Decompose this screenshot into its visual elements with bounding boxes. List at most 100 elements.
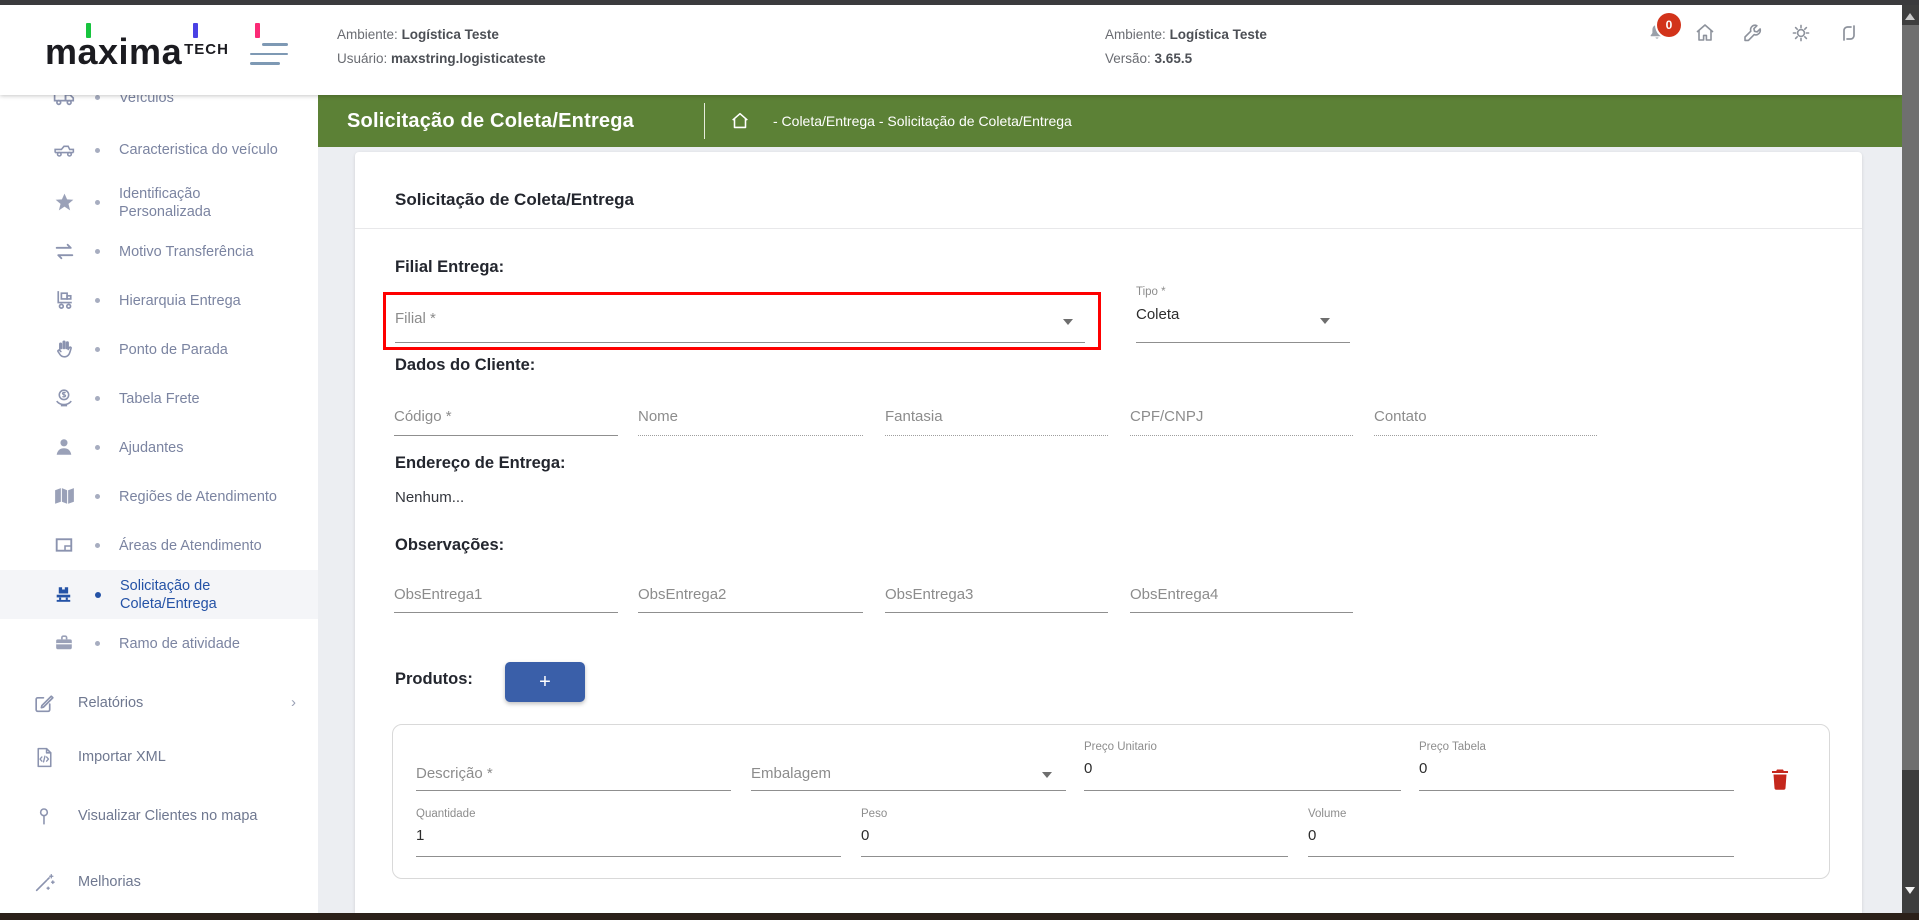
volume-value: 0 (1308, 827, 1734, 844)
sidebar-item-ajudantes[interactable]: Ajudantes (0, 423, 318, 472)
breadcrumb-home-icon[interactable] (729, 110, 751, 132)
header-icons: 0 (1645, 13, 1885, 53)
sidebar-item-label: Veículos (119, 95, 291, 107)
bullet-dot (95, 249, 100, 254)
sidebar-item-ponto-de-parada[interactable]: Ponto de Parada (0, 325, 318, 374)
map-pin-icon (30, 802, 58, 830)
area-icon (50, 532, 78, 560)
volume-label: Volume (1308, 808, 1734, 820)
field-underline (1136, 342, 1350, 343)
bullet-dot (95, 494, 100, 499)
field-underline (638, 435, 863, 436)
sidebar-item-veiculos[interactable]: Veículos (0, 95, 318, 122)
sidebar-item-motivo-transferencia[interactable]: Motivo Transferência (0, 227, 318, 276)
field-underline (751, 790, 1066, 791)
preco-tabela-label: Preço Tabela (1419, 741, 1734, 753)
section-observacoes: Observações: (395, 536, 504, 555)
field-underline (1419, 790, 1734, 791)
sidebar-item-importar-xml[interactable]: Importar XML (0, 730, 318, 784)
map-icon (50, 483, 78, 511)
embalagem-select[interactable]: Embalagem (751, 765, 1066, 791)
home-icon[interactable] (1693, 21, 1717, 45)
preco-tabela-input[interactable]: Preço Tabela 0 (1419, 741, 1734, 791)
report-edit-icon (30, 689, 58, 717)
logo-tech-text: TECH (184, 41, 229, 58)
versao-value: 3.65.5 (1155, 51, 1193, 66)
fantasia-input: Fantasia (885, 408, 1108, 436)
preco-unitario-input[interactable]: Preço Unitario 0 (1084, 741, 1401, 791)
obs-entrega4-input[interactable]: ObsEntrega4 (1130, 586, 1353, 613)
gear-icon[interactable] (1789, 21, 1813, 45)
section-filial-entrega: Filial Entrega: (395, 258, 504, 277)
sidebar-item-areas-de-atendimento[interactable]: Áreas de Atendimento (0, 521, 318, 570)
quantidade-label: Quantidade (416, 808, 841, 820)
tipo-select[interactable]: Tipo * Coleta (1136, 286, 1350, 343)
shekel-icon[interactable] (1837, 21, 1861, 45)
sidebar-item-hierarquia-entrega[interactable]: Hierarquia Entrega (0, 276, 318, 325)
environment-info-left: Ambiente: Logística Teste Usuário: maxst… (337, 25, 546, 73)
notifications-bell-icon[interactable]: 0 (1645, 21, 1669, 45)
nome-placeholder: Nome (638, 408, 863, 425)
codigo-placeholder: Código * (394, 408, 618, 425)
star-icon (50, 189, 78, 217)
field-underline (885, 612, 1108, 613)
add-product-button[interactable]: + (505, 662, 585, 702)
delete-product-trash-icon[interactable] (1769, 767, 1795, 793)
sidebar-item-tabela-frete[interactable]: Tabela Frete (0, 374, 318, 423)
notification-count-badge: 0 (1657, 13, 1681, 37)
bullet-dot (95, 148, 100, 153)
menu-toggle-icon[interactable] (250, 43, 288, 65)
quantidade-input[interactable]: Quantidade 1 (416, 808, 841, 857)
field-underline (416, 856, 841, 857)
peso-input[interactable]: Peso 0 (861, 808, 1288, 857)
page-title: Solicitação de Coleta/Entrega (347, 110, 634, 133)
sidebar-item-identificacao-personalizada[interactable]: Identificação Personalizada (0, 178, 318, 227)
content-area: Solicitação de Coleta/Entrega Filial Ent… (318, 147, 1902, 913)
scroll-up-arrow-icon[interactable] (1905, 13, 1915, 20)
field-underline (1130, 612, 1353, 613)
field-underline (394, 612, 618, 613)
wrench-icon[interactable] (1741, 21, 1765, 45)
field-underline (1374, 435, 1597, 436)
sidebar-item-visualizar-clientes-mapa[interactable]: Visualizar Clientes no mapa (0, 784, 318, 848)
codigo-input[interactable]: Código * (394, 408, 618, 436)
logo-blue-tick (193, 23, 198, 38)
obs3-placeholder: ObsEntrega3 (885, 586, 1108, 603)
obs-entrega2-input[interactable]: ObsEntrega2 (638, 586, 863, 613)
volume-input[interactable]: Volume 0 (1308, 808, 1734, 857)
sidebar-item-caracteristica-veiculo[interactable]: Caracteristica do veículo (0, 122, 318, 178)
logo-text: maxima (45, 31, 182, 72)
sidebar-item-regioes-de-atendimento[interactable]: Regiões de Atendimento (0, 472, 318, 521)
field-underline (1130, 435, 1353, 436)
ambiente-label: Ambiente: (337, 27, 398, 42)
ambiente-value: Logística Teste (1170, 27, 1267, 42)
obs-entrega3-input[interactable]: ObsEntrega3 (885, 586, 1108, 613)
car-icon (50, 136, 78, 164)
preco-unitario-label: Preço Unitario (1084, 741, 1401, 753)
sidebar-item-label: Ajudantes (119, 439, 291, 457)
field-underline (416, 790, 731, 791)
chevron-right-icon[interactable]: › (291, 694, 296, 712)
descricao-input[interactable]: Descrição * (416, 765, 731, 791)
vertical-scrollbar[interactable] (1902, 5, 1919, 913)
truck-icon (50, 95, 78, 112)
transfer-arrows-icon (50, 238, 78, 266)
sidebar-item-solicitacao-coleta-entrega[interactable]: Solicitação de Coleta/Entrega (0, 570, 318, 619)
handtruck-icon (50, 287, 78, 315)
scroll-down-arrow-icon[interactable] (1905, 887, 1915, 894)
scrollbar-thumb[interactable] (1902, 25, 1919, 770)
peso-value: 0 (861, 827, 1288, 844)
sidebar-item-relatorios[interactable]: Relatórios › (0, 676, 318, 730)
usuario-label: Usuário: (337, 51, 387, 66)
obs1-placeholder: ObsEntrega1 (394, 586, 618, 603)
field-underline (1308, 856, 1734, 857)
sidebar-item-melhorias[interactable]: Melhorias (0, 856, 318, 908)
peso-label: Peso (861, 808, 1288, 820)
sidebar-nav: Veículos Caracteristica do veículo Ident… (0, 95, 318, 913)
obs-entrega1-input[interactable]: ObsEntrega1 (394, 586, 618, 613)
obs2-placeholder: ObsEntrega2 (638, 586, 863, 603)
sidebar-item-label: Tabela Frete (119, 390, 291, 408)
sidebar-item-ramo-de-atividade[interactable]: Ramo de atividade (0, 619, 318, 668)
descricao-placeholder: Descrição * (416, 765, 731, 782)
sidebar-item-label: Regiões de Atendimento (119, 488, 291, 506)
